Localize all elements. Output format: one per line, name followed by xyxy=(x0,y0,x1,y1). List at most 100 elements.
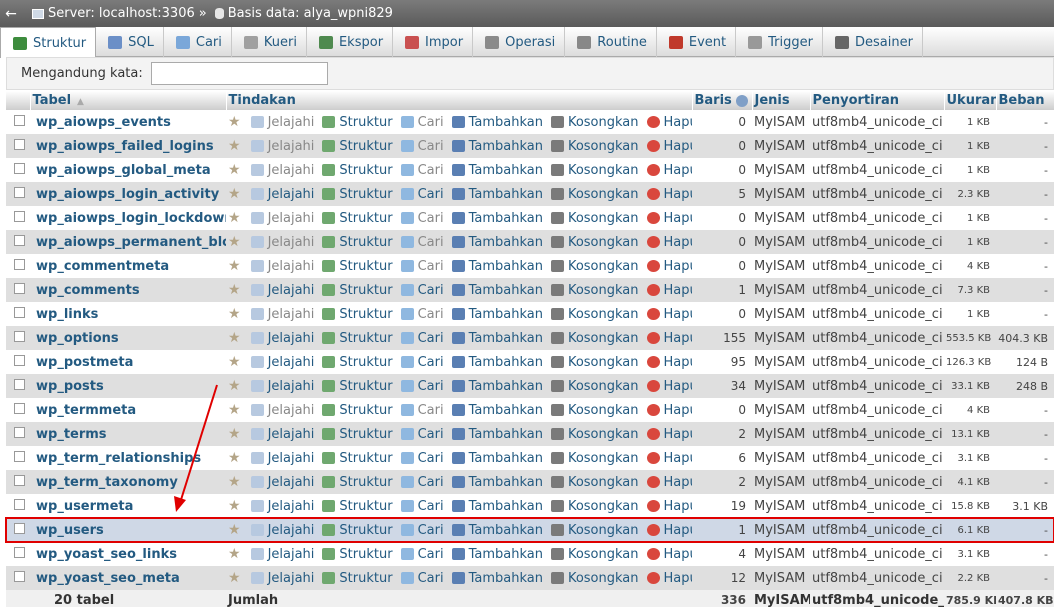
action-drop[interactable]: Hapus xyxy=(646,355,692,370)
action-empty[interactable]: Kosongkan xyxy=(550,211,639,226)
action-empty[interactable]: Kosongkan xyxy=(550,259,639,274)
action-structure[interactable]: Struktur xyxy=(322,571,393,586)
row-checkbox[interactable] xyxy=(14,282,25,294)
tab-impor[interactable]: Impor xyxy=(393,27,474,57)
action-insert[interactable]: Tambahkan xyxy=(451,235,543,250)
action-search[interactable]: Cari xyxy=(400,523,444,538)
action-browse[interactable]: Jelajahi xyxy=(250,523,314,538)
tab-cari[interactable]: Cari xyxy=(164,27,232,57)
tab-event[interactable]: Event xyxy=(657,27,737,57)
row-checkbox[interactable] xyxy=(14,546,25,558)
row-checkbox[interactable] xyxy=(14,138,25,150)
col-collation[interactable]: Penyortiran xyxy=(810,91,945,110)
favorite-star-icon[interactable]: ★ xyxy=(228,186,241,202)
table-row[interactable]: wp_aiowps_login_lockdown ★ Jelajahi Struktu… xyxy=(6,206,1054,230)
favorite-star-icon[interactable]: ★ xyxy=(228,330,241,346)
action-empty[interactable]: Kosongkan xyxy=(550,499,639,514)
action-browse[interactable]: Jelajahi xyxy=(250,259,314,274)
action-drop[interactable]: Hapus xyxy=(646,571,692,586)
table-name-link[interactable]: wp_yoast_seo_meta xyxy=(32,571,180,586)
back-arrow-icon[interactable]: ← xyxy=(0,6,22,22)
favorite-star-icon[interactable]: ★ xyxy=(228,522,241,538)
favorite-star-icon[interactable]: ★ xyxy=(228,282,241,298)
action-drop[interactable]: Hapus xyxy=(646,475,692,490)
table-name-link[interactable]: wp_posts xyxy=(32,379,104,394)
table-size[interactable]: 2.3 KB xyxy=(944,182,996,206)
action-search[interactable]: Cari xyxy=(400,475,444,490)
action-structure[interactable]: Struktur xyxy=(322,547,393,562)
action-empty[interactable]: Kosongkan xyxy=(550,379,639,394)
table-row[interactable]: wp_aiowps_permanent_block★ Jelajahi Strukt… xyxy=(6,230,1054,254)
action-search[interactable]: Cari xyxy=(400,451,444,466)
favorite-star-icon[interactable]: ★ xyxy=(228,450,241,466)
action-search[interactable]: Cari xyxy=(400,379,444,394)
table-size[interactable]: 4.1 KB xyxy=(944,470,996,494)
favorite-star-icon[interactable]: ★ xyxy=(228,474,241,490)
action-insert[interactable]: Tambahkan xyxy=(451,475,543,490)
favorite-star-icon[interactable]: ★ xyxy=(228,138,241,154)
table-row[interactable]: wp_termmeta ★ Jelajahi Struktur Cari Tambahka… xyxy=(6,398,1054,422)
table-name-link[interactable]: wp_term_taxonomy xyxy=(32,475,178,490)
table-name-link[interactable]: wp_aiowps_failed_logins xyxy=(32,139,214,154)
table-size[interactable]: 13.1 KB xyxy=(944,422,996,446)
table-row[interactable]: wp_aiowps_global_meta ★ Jelajahi Struktur Ca… xyxy=(6,158,1054,182)
table-name-link[interactable]: wp_options xyxy=(32,331,119,346)
filter-input[interactable] xyxy=(150,62,328,85)
action-browse[interactable]: Jelajahi xyxy=(250,547,314,562)
table-size[interactable]: 1 KB xyxy=(944,134,996,158)
tab-operasi[interactable]: Operasi xyxy=(473,27,566,57)
tab-desainer[interactable]: Desainer xyxy=(823,27,923,57)
action-empty[interactable]: Kosongkan xyxy=(550,571,639,586)
row-checkbox[interactable] xyxy=(14,162,25,174)
action-insert[interactable]: Tambahkan xyxy=(451,571,543,586)
action-empty[interactable]: Kosongkan xyxy=(550,139,639,154)
action-insert[interactable]: Tambahkan xyxy=(451,139,543,154)
table-name-link[interactable]: wp_users xyxy=(32,523,104,538)
action-empty[interactable]: Kosongkan xyxy=(550,235,639,250)
action-browse[interactable]: Jelajahi xyxy=(250,187,314,202)
action-insert[interactable]: Tambahkan xyxy=(451,451,543,466)
favorite-star-icon[interactable]: ★ xyxy=(228,546,241,562)
action-insert[interactable]: Tambahkan xyxy=(451,355,543,370)
tab-kueri[interactable]: Kueri xyxy=(232,27,307,57)
action-insert[interactable]: Tambahkan xyxy=(451,163,543,178)
action-browse[interactable]: Jelajahi xyxy=(250,163,314,178)
table-row[interactable]: wp_aiowps_failed_logins ★ Jelajahi Struktur… xyxy=(6,134,1054,158)
action-search[interactable]: Cari xyxy=(400,427,444,442)
row-checkbox[interactable] xyxy=(14,570,25,582)
action-empty[interactable]: Kosongkan xyxy=(550,475,639,490)
table-row[interactable]: wp_users ★ Jelajahi Struktur Cari Tambahkan Ko… xyxy=(5,517,1054,543)
action-empty[interactable]: Kosongkan xyxy=(550,355,639,370)
action-structure[interactable]: Struktur xyxy=(322,211,393,226)
action-insert[interactable]: Tambahkan xyxy=(451,187,543,202)
col-overhead[interactable]: Beban xyxy=(996,91,1054,110)
action-browse[interactable]: Jelajahi xyxy=(250,451,314,466)
action-empty[interactable]: Kosongkan xyxy=(550,403,639,418)
action-drop[interactable]: Hapus xyxy=(646,427,692,442)
row-checkbox[interactable] xyxy=(14,402,25,414)
favorite-star-icon[interactable]: ★ xyxy=(228,426,241,442)
action-structure[interactable]: Struktur xyxy=(322,235,393,250)
row-checkbox[interactable] xyxy=(14,210,25,222)
col-table[interactable]: Tabel ▲ xyxy=(30,91,227,110)
table-row[interactable]: wp_aiowps_login_activity ★ Jelajahi Struktu… xyxy=(6,182,1054,206)
table-name-link[interactable]: wp_comments xyxy=(32,283,140,298)
favorite-star-icon[interactable]: ★ xyxy=(228,114,241,130)
table-size[interactable]: 3.1 KB xyxy=(944,542,996,566)
favorite-star-icon[interactable]: ★ xyxy=(228,402,241,418)
action-structure[interactable]: Struktur xyxy=(322,115,393,130)
action-search[interactable]: Cari xyxy=(400,235,444,250)
action-drop[interactable]: Hapus xyxy=(646,115,692,130)
action-drop[interactable]: Hapus xyxy=(646,523,692,538)
action-empty[interactable]: Kosongkan xyxy=(550,115,639,130)
action-search[interactable]: Cari xyxy=(400,139,444,154)
action-search[interactable]: Cari xyxy=(400,211,444,226)
table-name-link[interactable]: wp_yoast_seo_links xyxy=(32,547,177,562)
action-structure[interactable]: Struktur xyxy=(322,379,393,394)
action-browse[interactable]: Jelajahi xyxy=(250,235,314,250)
table-row[interactable]: wp_yoast_seo_meta ★ Jelajahi Struktur Cari Ta… xyxy=(6,566,1054,590)
table-name-link[interactable]: wp_postmeta xyxy=(32,355,133,370)
action-structure[interactable]: Struktur xyxy=(322,475,393,490)
action-search[interactable]: Cari xyxy=(400,331,444,346)
action-search[interactable]: Cari xyxy=(400,163,444,178)
